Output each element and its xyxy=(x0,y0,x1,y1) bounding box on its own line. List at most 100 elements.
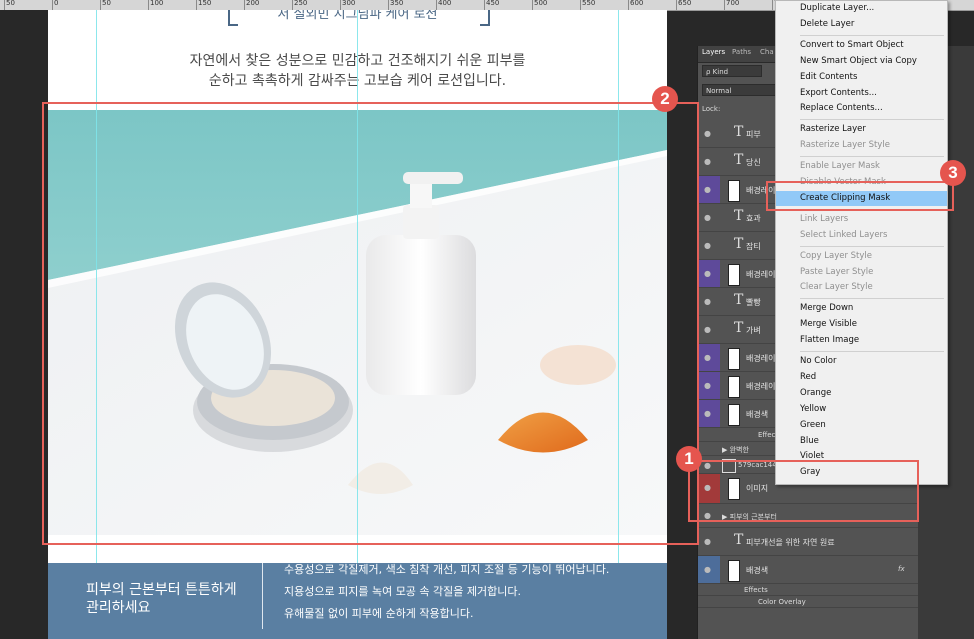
ruler-label: 550 xyxy=(582,0,596,7)
kind-filter[interactable]: ρ Kind xyxy=(702,65,762,77)
ruler-label: 650 xyxy=(678,0,692,7)
layer-name: 가벼 xyxy=(746,326,761,335)
menu-separator xyxy=(800,156,944,158)
blend-mode-select[interactable]: Normal xyxy=(702,84,776,96)
menu-item-edit-contents[interactable]: Edit Contents xyxy=(776,70,947,85)
effect-row[interactable]: Color Overlay xyxy=(698,596,918,608)
menu-item-green[interactable]: Green xyxy=(776,418,947,433)
ruler-label: 500 xyxy=(534,0,548,7)
ruler-tick: 700 xyxy=(724,0,739,10)
menu-item-rasterize-layer[interactable]: Rasterize Layer xyxy=(776,122,947,137)
layer-thumbnail xyxy=(728,376,740,398)
visibility-eye-icon[interactable]: ● xyxy=(704,409,711,418)
ruler-label: 50 xyxy=(6,0,15,7)
canvas-gutter xyxy=(0,10,48,639)
ruler-label: 150 xyxy=(198,0,212,7)
ruler-tick: 50 xyxy=(100,0,111,10)
tab-paths[interactable]: Paths xyxy=(732,48,751,56)
ruler-label: 50 xyxy=(102,0,111,7)
text-layer-icon: T xyxy=(734,532,744,548)
tab-layers[interactable]: Layers xyxy=(702,48,725,56)
layer-context-menu[interactable]: Duplicate Layer... Delete Layer Convert to… xyxy=(775,0,948,485)
layer-thumbnail xyxy=(728,180,740,202)
annotation-box-layers xyxy=(688,460,919,522)
menu-item-flatten-image[interactable]: Flatten Image xyxy=(776,333,947,348)
menu-separator xyxy=(800,119,944,121)
menu-item-rasterize-layer-style: Rasterize Layer Style xyxy=(800,140,890,151)
menu-item-export-contents[interactable]: Export Contents... xyxy=(776,86,947,101)
menu-item-merge-down[interactable]: Merge Down xyxy=(776,301,947,316)
menu-item-convert-to-smart-object[interactable]: Convert to Smart Object xyxy=(776,38,947,53)
menu-item-orange[interactable]: Orange xyxy=(776,386,947,401)
text-layer-icon: T xyxy=(734,320,744,336)
ruler-tick: 550 xyxy=(580,0,595,10)
visibility-eye-icon[interactable]: ● xyxy=(704,269,711,278)
menu-item-delete-layer[interactable]: Delete Layer xyxy=(776,17,947,32)
ruler-label: 200 xyxy=(246,0,260,7)
layer-name: 배경레이 xyxy=(746,354,776,363)
effects-row[interactable]: Effects xyxy=(698,584,918,596)
menu-item-link-layers: Link Layers xyxy=(800,213,849,224)
visibility-eye-icon[interactable]: ● xyxy=(704,537,711,546)
menu-item-clear-layer-style: Clear Layer Style xyxy=(800,282,873,293)
visibility-eye-icon[interactable]: ● xyxy=(704,157,711,166)
visibility-eye-icon[interactable]: ● xyxy=(704,565,711,574)
menu-separator xyxy=(800,298,944,300)
ruler-label: 250 xyxy=(294,0,308,7)
menu-item-enable-layer-mask: Enable Layer Mask xyxy=(800,161,880,172)
ruler-tick: 650 xyxy=(676,0,691,10)
layer-thumbnail xyxy=(728,560,740,582)
effects-label: Effects xyxy=(744,586,768,594)
ruler-tick: 0 xyxy=(52,0,58,10)
ruler-tick: 450 xyxy=(484,0,499,10)
layer-thumbnail xyxy=(728,404,740,426)
menu-item-red[interactable]: Red xyxy=(776,370,947,385)
layer-name: 배경색 xyxy=(746,566,769,575)
ruler-label: 400 xyxy=(438,0,452,7)
layer-name: 잡티 xyxy=(746,242,761,251)
annotation-box-image xyxy=(42,102,699,545)
visibility-eye-icon[interactable]: ● xyxy=(704,241,711,250)
menu-item-copy-layer-style: Copy Layer Style xyxy=(800,250,873,261)
text-layer-icon: T xyxy=(734,152,744,168)
ruler-tick: 250 xyxy=(292,0,307,10)
menu-item-paste-layer-style: Paste Layer Style xyxy=(800,266,874,277)
layer-thumbnail xyxy=(728,264,740,286)
annotation-badge-2: 2 xyxy=(652,86,678,112)
layer-name: 배경레이 xyxy=(746,270,776,279)
layer-row[interactable]: ● 배경색 fx xyxy=(698,556,918,584)
visibility-eye-icon[interactable]: ● xyxy=(704,213,711,222)
layer-name: 피부 xyxy=(746,130,761,139)
menu-item-duplicate-layer[interactable]: Duplicate Layer... xyxy=(776,1,947,16)
bottom-text-line-2: 지용성으로 피지를 녹여 모공 속 각질을 제거합니다. xyxy=(284,585,521,598)
menu-item-no-color[interactable]: No Color xyxy=(776,354,947,369)
annotation-badge-3: 3 xyxy=(940,160,966,186)
layer-row[interactable]: ● T 피부개선을 위한 자연 원료 xyxy=(698,528,918,556)
group-label: ▶ 완벽한 xyxy=(722,446,749,454)
ruler-label: 0 xyxy=(54,0,59,7)
ruler-label: 300 xyxy=(342,0,356,7)
visibility-eye-icon[interactable]: ● xyxy=(704,297,711,306)
menu-item-merge-visible[interactable]: Merge Visible xyxy=(776,317,947,332)
menu-item-new-smart-object-via-copy[interactable]: New Smart Object via Copy xyxy=(776,54,947,69)
ruler-label: 600 xyxy=(630,0,644,7)
lock-label: Lock: xyxy=(702,105,721,113)
layer-name: 피부개선을 위한 자연 원료 xyxy=(746,538,835,547)
menu-separator xyxy=(800,351,944,352)
menu-item-blue[interactable]: Blue xyxy=(776,434,947,449)
text-layer-icon: T xyxy=(734,236,744,252)
text-layer-icon: T xyxy=(734,292,744,308)
ruler-tick: 400 xyxy=(436,0,451,10)
bottom-info-band: 피부의 근본부터 튼튼하게 관리하세요 수용성으로 각질제거, 색소 침착 개선… xyxy=(48,563,667,639)
visibility-eye-icon[interactable]: ● xyxy=(704,129,711,138)
visibility-eye-icon[interactable]: ● xyxy=(704,185,711,194)
visibility-eye-icon[interactable]: ● xyxy=(704,353,711,362)
layer-name: 효과 xyxy=(746,214,761,223)
menu-item-replace-contents[interactable]: Replace Contents... xyxy=(776,101,947,116)
visibility-eye-icon[interactable]: ● xyxy=(704,325,711,334)
ruler-label: 100 xyxy=(150,0,164,7)
visibility-eye-icon[interactable]: ● xyxy=(704,381,711,390)
menu-item-yellow[interactable]: Yellow xyxy=(776,402,947,417)
menu-item-select-linked-layers: Select Linked Layers xyxy=(800,229,888,240)
tab-channels[interactable]: Cha xyxy=(760,48,774,56)
